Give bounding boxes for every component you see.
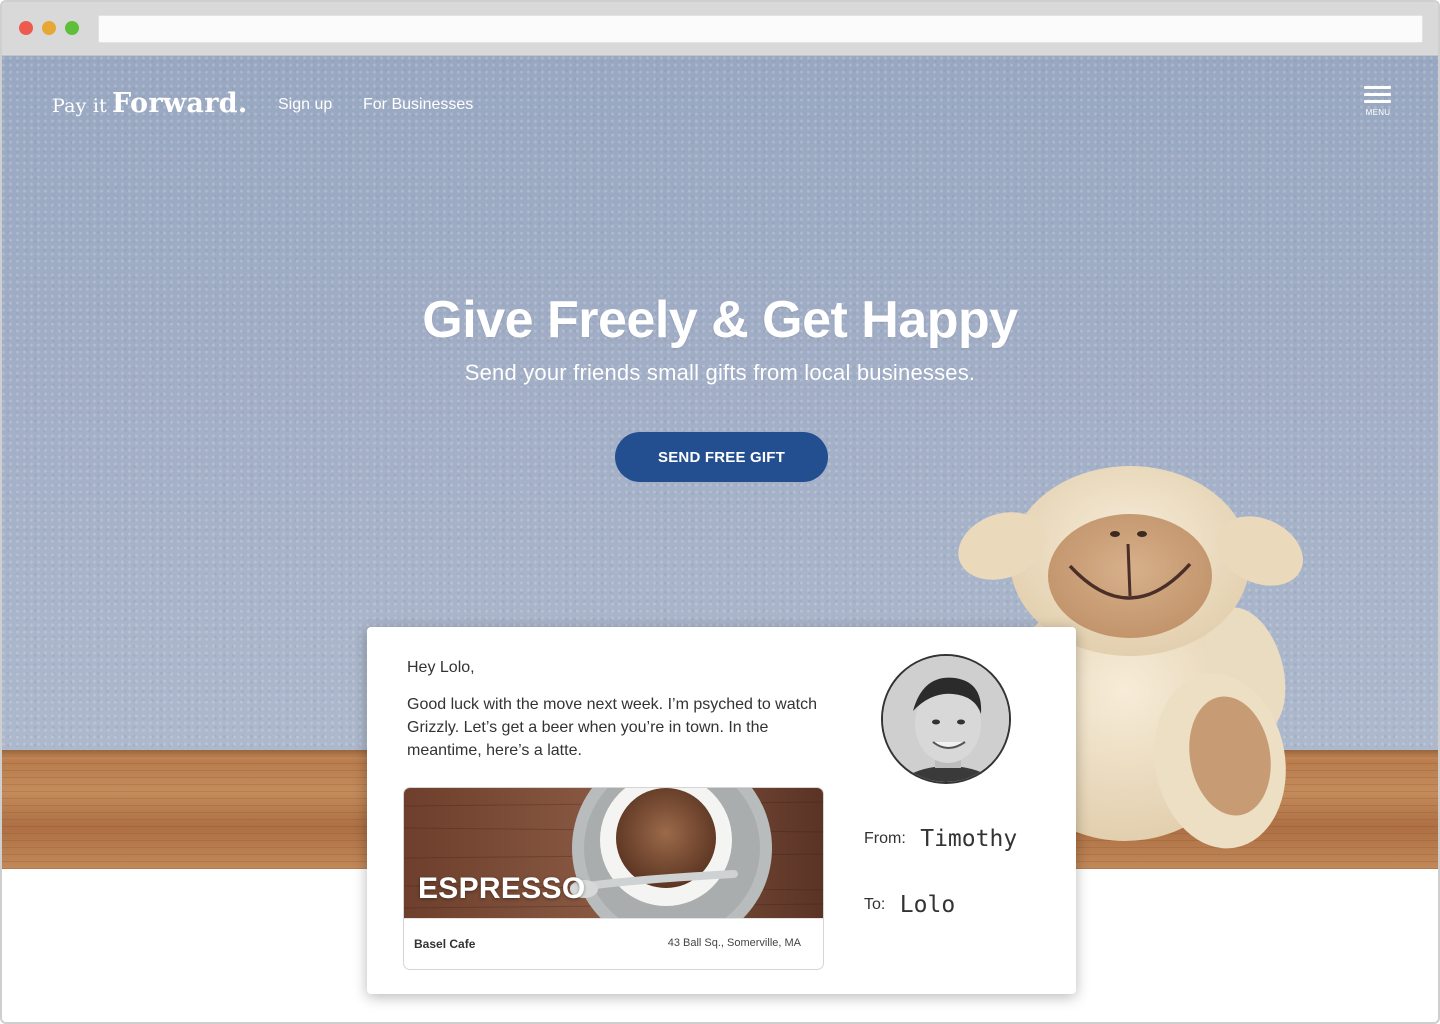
to-row: To: Lolo xyxy=(864,892,955,918)
browser-toolbar xyxy=(2,2,1438,56)
nav-sign-up-link[interactable]: Sign up xyxy=(278,96,332,114)
hero-subheadline: Send your friends small gifts from local… xyxy=(464,360,976,385)
address-bar[interactable] xyxy=(98,15,1423,43)
gift-voucher[interactable]: ESPRESSO Basel Cafe 43 Ball Sq., Somervi… xyxy=(403,787,824,970)
to-label: To: xyxy=(864,896,886,913)
from-label: From: xyxy=(864,830,906,847)
menu-label: MENU xyxy=(1365,108,1391,117)
nav-for-businesses-link[interactable]: For Businesses xyxy=(363,96,473,114)
logo-wordmark: Forward. xyxy=(112,88,248,119)
from-value: Timothy xyxy=(920,826,1018,852)
hero-headline: Give Freely & Get Happy xyxy=(422,291,1018,349)
hamburger-menu-icon xyxy=(1364,86,1391,89)
from-row: From: Timothy xyxy=(864,826,1017,852)
card-message: Good luck with the move next week. I’m p… xyxy=(407,696,817,759)
menu-button[interactable]: MENU xyxy=(1361,84,1395,120)
voucher-product-title: ESPRESSO xyxy=(418,872,586,905)
voucher-footer: Basel Cafe 43 Ball Sq., Somerville, MA xyxy=(404,918,823,969)
send-free-gift-button[interactable]: SEND FREE GIFT xyxy=(615,432,828,482)
card-greeting: Hey Lolo, xyxy=(407,659,475,676)
avatar-photo xyxy=(883,656,1009,782)
window-minimize-button[interactable] xyxy=(42,21,56,35)
browser-window: Pay it Forward. Sign up For Businesses M… xyxy=(0,0,1440,1024)
window-close-button[interactable] xyxy=(19,21,33,35)
sender-avatar xyxy=(881,654,1011,784)
cafe-address: 43 Ball Sq., Somerville, MA xyxy=(667,937,801,949)
gift-card-preview: Hey Lolo, Good luck with the move next w… xyxy=(367,627,1076,994)
site-logo[interactable]: Pay it Forward. xyxy=(52,88,248,119)
logo-prefix: Pay it xyxy=(52,95,107,117)
to-value: Lolo xyxy=(899,892,956,918)
window-maximize-button[interactable] xyxy=(65,21,79,35)
cafe-name: Basel Cafe xyxy=(414,937,476,951)
